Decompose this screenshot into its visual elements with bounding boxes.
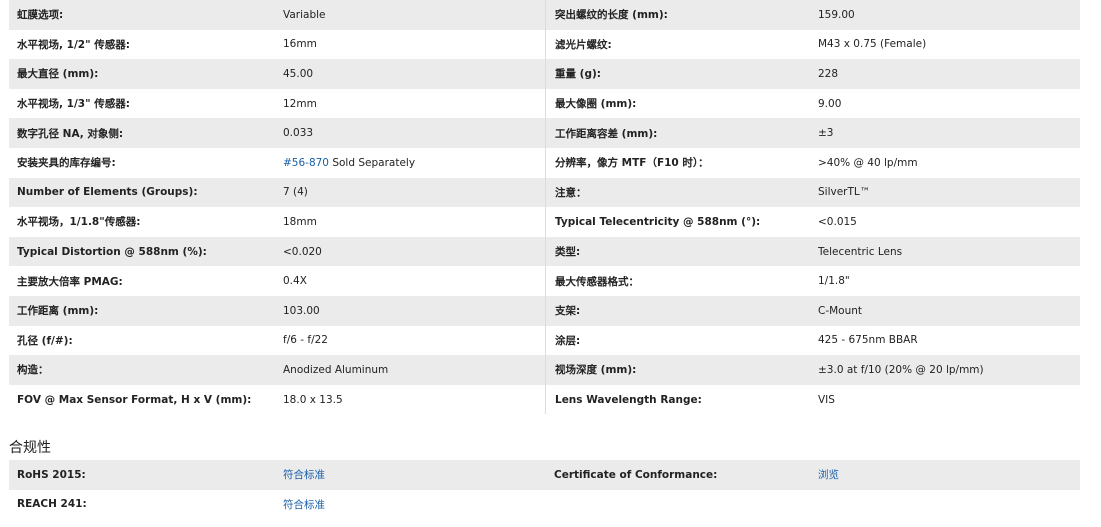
product-specs-page: 虹膜选项: Variable 突出螺纹的长度 (mm): 159.00 水平视场…	[0, 0, 1101, 527]
spec-row: Typical Distortion @ 588nm (%): <0.020 类…	[9, 236, 1080, 267]
spec-value: <0.015	[818, 215, 857, 228]
spec-value: 7 (4)	[283, 186, 308, 199]
spec-row: 最大直径 (mm): 45.00 重量 (g): 228	[9, 59, 1080, 89]
spec-row: 安装夹具的库存编号: #56-870 Sold Separately 分辨率，像…	[9, 147, 1080, 178]
spec-value: Anodized Aluminum	[283, 363, 389, 376]
spec-value: 1/1.8"	[818, 275, 850, 288]
spec-label: 工作距离容差 (mm):	[545, 118, 810, 148]
spec-value: 425 - 675nm BBAR	[818, 334, 918, 347]
spec-label: 最大直径 (mm):	[17, 68, 99, 81]
spec-label: 水平视场, 1/2" 传感器:	[17, 38, 130, 51]
spec-label: 类型:	[545, 236, 810, 267]
spec-value: C-Mount	[818, 304, 863, 317]
spec-row: 水平视场，1/1.8"传感器: 18mm Typical Telecentric…	[9, 207, 1080, 237]
spec-label: FOV @ Max Sensor Format, H x V (mm):	[17, 393, 252, 406]
spec-row: 水平视场, 1/3" 传感器: 12mm 最大像圈 (mm): 9.00	[9, 88, 1080, 119]
compliance-section-title: 合规性	[9, 440, 51, 456]
certificate-view-link[interactable]: 浏览	[810, 467, 1080, 482]
spec-label: 支架:	[545, 295, 810, 326]
spec-value: SilverTL™	[818, 186, 871, 199]
rohs-compliant-link[interactable]: 符合标准	[275, 467, 545, 482]
spec-label: 工作距离 (mm):	[17, 305, 99, 318]
spec-value: 16mm	[283, 38, 317, 51]
spec-row: Number of Elements (Groups): 7 (4) 注意： S…	[9, 177, 1080, 208]
spec-label: Number of Elements (Groups):	[17, 186, 198, 199]
specifications-table: 虹膜选项: Variable 突出螺纹的长度 (mm): 159.00 水平视场…	[9, 0, 1080, 415]
spec-value: Variable	[283, 8, 326, 21]
reach-compliant-link[interactable]: 符合标准	[275, 497, 545, 512]
spec-label: 最大像圈 (mm):	[545, 88, 810, 119]
spec-label: 滤光片螺纹:	[545, 29, 810, 60]
compliance-label: RoHS 2015:	[17, 468, 86, 481]
spec-label: Typical Distortion @ 588nm (%):	[17, 245, 207, 258]
sold-separately-text: Sold Separately	[329, 156, 416, 169]
mounting-fixture-link[interactable]: #56-870	[283, 157, 329, 169]
spec-value: ±3.0 at f/10 (20% @ 20 lp/mm)	[818, 363, 984, 376]
spec-label: 水平视场，1/1.8"传感器:	[17, 216, 141, 229]
spec-label: 注意：	[545, 177, 810, 208]
spec-row: 主要放大倍率 PMAG: 0.4X 最大传感器格式： 1/1.8"	[9, 266, 1080, 296]
spec-row: 构造： Anodized Aluminum 视场深度 (mm): ±3.0 at…	[9, 355, 1080, 385]
spec-label: 视场深度 (mm):	[545, 355, 810, 385]
spec-row: 水平视场, 1/2" 传感器: 16mm 滤光片螺纹: M43 x 0.75 (…	[9, 29, 1080, 60]
spec-label: 构造：	[17, 364, 49, 377]
spec-value: Telecentric Lens	[818, 245, 903, 258]
spec-value: 0.033	[283, 127, 314, 140]
spec-row: 虹膜选项: Variable 突出螺纹的长度 (mm): 159.00	[9, 0, 1080, 30]
compliance-label: Certificate of Conformance:	[554, 468, 718, 481]
spec-label: 重量 (g):	[545, 59, 810, 89]
spec-label: Lens Wavelength Range:	[545, 384, 810, 415]
spec-value: 18mm	[283, 215, 317, 228]
spec-value: >40% @ 40 lp/mm	[818, 156, 918, 169]
spec-value: 228	[818, 67, 839, 80]
compliance-table: RoHS 2015: 符合标准 Certificate of Conforman…	[9, 460, 1080, 519]
spec-value: 103.00	[283, 304, 320, 317]
spec-label: 最大传感器格式：	[545, 266, 810, 296]
spec-value: <0.020	[283, 245, 322, 258]
spec-value: f/6 - f/22	[283, 334, 328, 347]
spec-row: 孔径 (f/#): f/6 - f/22 涂层: 425 - 675nm BBA…	[9, 325, 1080, 356]
spec-label: 涂层:	[545, 325, 810, 356]
spec-label: 水平视场, 1/3" 传感器:	[17, 98, 130, 111]
spec-value: 0.4X	[283, 275, 307, 288]
spec-value: ±3	[818, 127, 834, 140]
spec-row: 数字孔径 NA, 对象侧: 0.033 工作距离容差 (mm): ±3	[9, 118, 1080, 148]
spec-label: 数字孔径 NA, 对象侧:	[17, 127, 124, 140]
spec-value: 159.00	[818, 8, 855, 21]
spec-value: 12mm	[283, 97, 317, 110]
spec-value: 18.0 x 13.5	[283, 393, 343, 406]
compliance-label	[545, 490, 810, 520]
compliance-row: RoHS 2015: 符合标准 Certificate of Conforman…	[9, 460, 1080, 490]
spec-label: 主要放大倍率 PMAG:	[17, 275, 123, 288]
spec-label: 安装夹具的库存编号:	[17, 157, 116, 170]
spec-label: 突出螺纹的长度 (mm):	[545, 0, 810, 30]
spec-value: VIS	[818, 393, 835, 406]
spec-row: FOV @ Max Sensor Format, H x V (mm): 18.…	[9, 384, 1080, 415]
spec-label: 虹膜选项:	[17, 9, 64, 22]
spec-value: #56-870 Sold Separately	[275, 157, 545, 169]
spec-value: 45.00	[283, 67, 314, 80]
spec-value: 9.00	[818, 97, 842, 110]
spec-label: 孔径 (f/#):	[17, 334, 73, 347]
compliance-row: REACH 241: 符合标准	[9, 490, 1080, 520]
spec-label: 分辨率，像方 MTF（F10 时）：	[545, 147, 810, 178]
spec-label: Typical Telecentricity @ 588nm (°):	[545, 207, 810, 237]
compliance-label: REACH 241:	[17, 498, 87, 511]
spec-value: M43 x 0.75 (Female)	[818, 38, 927, 51]
spec-row: 工作距离 (mm): 103.00 支架: C-Mount	[9, 295, 1080, 326]
